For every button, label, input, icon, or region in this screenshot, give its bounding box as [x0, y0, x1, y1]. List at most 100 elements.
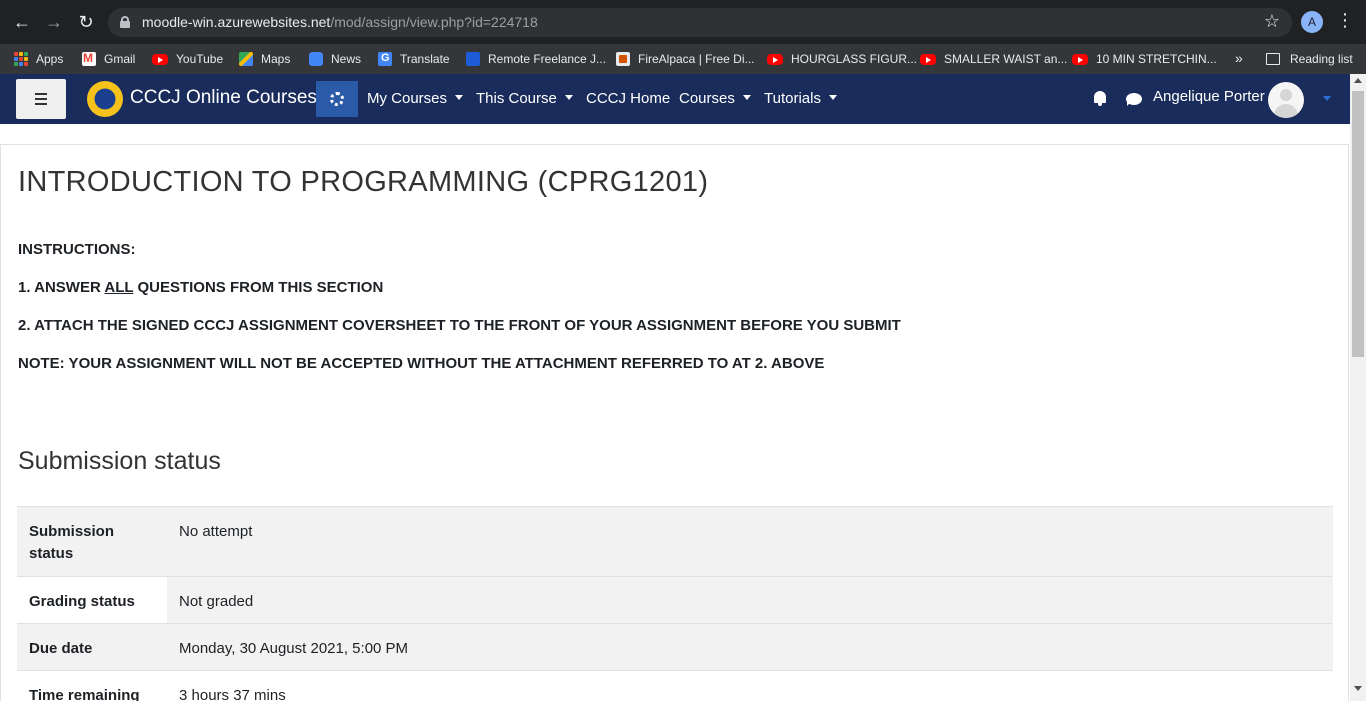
bookmark-star-icon[interactable]: ☆ — [1264, 11, 1280, 32]
instruction-2: 2. ATTACH THE SIGNED CCCJ ASSIGNMENT COV… — [18, 317, 901, 334]
instruction-note: NOTE: YOUR ASSIGNMENT WILL NOT BE ACCEPT… — [18, 355, 825, 372]
nav-courses[interactable]: Courses — [679, 90, 751, 107]
bookmark-remote-freelance[interactable]: Remote Freelance J... — [466, 44, 606, 74]
nav-cccj-home[interactable]: CCCJ Home — [586, 90, 670, 107]
user-name[interactable]: Angelique Porter — [1153, 88, 1265, 105]
bookmark-smaller-waist[interactable]: SMALLER WAIST an... — [920, 44, 1067, 74]
instruction-1: 1. ANSWER ALL QUESTIONS FROM THIS SECTIO… — [18, 279, 383, 296]
reading-list-label: Reading list — [1290, 52, 1353, 66]
nav-label: CCCJ Home — [586, 90, 671, 107]
scroll-up-arrow-icon[interactable] — [1354, 78, 1362, 83]
remote-icon — [466, 52, 480, 66]
bookmark-apps[interactable]: Apps — [14, 44, 63, 74]
bookmark-stretching[interactable]: 10 MIN STRETCHIN... — [1072, 44, 1217, 74]
translate-icon — [378, 52, 392, 66]
table-row: Submission status No attempt — [17, 506, 1333, 576]
bookmark-translate[interactable]: Translate — [378, 44, 450, 74]
row-label: Time remaining — [29, 687, 140, 701]
notifications-bell-icon[interactable] — [1093, 91, 1107, 106]
reading-list-icon — [1266, 53, 1280, 65]
reading-list-button[interactable]: Reading list — [1266, 44, 1353, 74]
forward-arrow-icon[interactable]: → — [44, 12, 64, 32]
back-arrow-icon[interactable]: ← — [12, 12, 32, 32]
site-navbar: CCCJ Online Courses My Courses This Cour… — [0, 74, 1350, 124]
submission-status-heading: Submission status — [18, 447, 221, 475]
instruction-1-pre: 1. ANSWER — [18, 279, 105, 296]
scroll-thumb[interactable] — [1352, 91, 1364, 357]
caret-down-icon — [564, 95, 573, 100]
profile-avatar[interactable]: A — [1301, 11, 1323, 33]
url-host: moodle-win.azurewebsites.net — [142, 14, 331, 30]
nav-tutorials[interactable]: Tutorials — [764, 90, 837, 107]
user-avatar[interactable] — [1268, 82, 1304, 118]
table-row: Due date Monday, 30 August 2021, 5:00 PM — [17, 623, 1333, 670]
instructions-heading: INSTRUCTIONS: — [18, 241, 136, 258]
nav-label: Courses — [679, 90, 735, 107]
maps-icon — [239, 52, 253, 66]
table-row: Grading status Not graded — [17, 576, 1333, 623]
row-value: No attempt — [179, 523, 253, 540]
user-menu-caret-icon[interactable] — [1323, 96, 1331, 101]
cccj-logo[interactable] — [87, 81, 123, 117]
hamburger-menu-icon[interactable] — [16, 79, 66, 119]
bookmark-label: YouTube — [176, 52, 224, 66]
row-value: Not graded — [167, 577, 1333, 623]
settings-gear-button[interactable] — [316, 81, 358, 117]
gear-icon — [330, 92, 344, 106]
bookmark-firealpaca[interactable]: FireAlpaca | Free Di... — [616, 44, 754, 74]
bookmark-label: HOURGLASS FIGUR... — [791, 52, 918, 66]
url-text[interactable]: moodle-win.azurewebsites.net/mod/assign/… — [142, 14, 538, 30]
caret-down-icon — [742, 95, 751, 100]
bookmark-gmail[interactable]: Gmail — [82, 44, 135, 74]
youtube-icon — [152, 53, 168, 65]
lock-icon — [120, 16, 130, 28]
bookmark-label: Remote Freelance J... — [488, 52, 607, 66]
bookmarks-bar: Apps Gmail YouTube Maps News Translate R… — [0, 44, 1366, 74]
page-title: INTRODUCTION TO PROGRAMMING (CPRG1201) — [18, 166, 709, 198]
row-value: Monday, 30 August 2021, 5:00 PM — [179, 640, 409, 657]
bookmark-label: Gmail — [104, 52, 136, 66]
row-label: Grading status — [17, 577, 167, 623]
apps-grid-icon — [14, 52, 28, 66]
row-value: 3 hours 37 mins — [179, 687, 286, 701]
bookmark-label: Translate — [400, 52, 450, 66]
bookmark-hourglass[interactable]: HOURGLASS FIGUR... — [767, 44, 917, 74]
bookmark-label: Apps — [36, 52, 64, 66]
youtube-icon — [1072, 53, 1088, 65]
bookmark-youtube[interactable]: YouTube — [152, 44, 223, 74]
more-bookmarks-icon[interactable]: » — [1235, 50, 1243, 66]
messages-chat-icon[interactable] — [1126, 93, 1142, 106]
youtube-icon — [767, 53, 783, 65]
reload-icon[interactable]: ↻ — [76, 12, 96, 32]
firealpaca-icon — [616, 52, 630, 66]
bookmark-news[interactable]: News — [309, 44, 361, 74]
page-scrollbar[interactable] — [1350, 74, 1366, 701]
instruction-1-post: QUESTIONS FROM THIS SECTION — [133, 279, 384, 296]
row-label: Due date — [29, 640, 93, 657]
caret-down-icon — [455, 95, 464, 100]
nav-label: Tutorials — [764, 90, 821, 107]
caret-down-icon — [828, 95, 837, 100]
bookmark-maps[interactable]: Maps — [239, 44, 290, 74]
bookmark-label: News — [331, 52, 362, 66]
bookmark-label: 10 MIN STRETCHIN... — [1096, 52, 1217, 66]
news-icon — [309, 52, 323, 66]
bookmark-label: SMALLER WAIST an... — [944, 52, 1068, 66]
scroll-down-arrow-icon[interactable] — [1354, 686, 1362, 691]
main-content: INTRODUCTION TO PROGRAMMING (CPRG1201) I… — [0, 144, 1349, 701]
nav-my-courses[interactable]: My Courses — [367, 90, 464, 107]
nav-label: My Courses — [367, 90, 448, 107]
browser-toolbar: ← → ↻ moodle-win.azurewebsites.net/mod/a… — [0, 0, 1366, 44]
youtube-icon — [920, 53, 936, 65]
row-label: Submission status — [29, 523, 115, 562]
table-row: Time remaining 3 hours 37 mins — [17, 670, 1333, 701]
nav-this-course[interactable]: This Course — [476, 90, 573, 107]
address-bar[interactable]: moodle-win.azurewebsites.net/mod/assign/… — [108, 8, 1292, 37]
site-name[interactable]: CCCJ Online Courses — [130, 87, 317, 109]
nav-label: This Course — [476, 90, 557, 107]
url-path: /mod/assign/view.php?id=224718 — [330, 14, 538, 30]
browser-menu-icon[interactable]: ⋮ — [1336, 10, 1354, 31]
instruction-1-emphasis: ALL — [104, 279, 134, 296]
gmail-icon — [82, 51, 96, 66]
bookmark-label: FireAlpaca | Free Di... — [638, 52, 755, 66]
